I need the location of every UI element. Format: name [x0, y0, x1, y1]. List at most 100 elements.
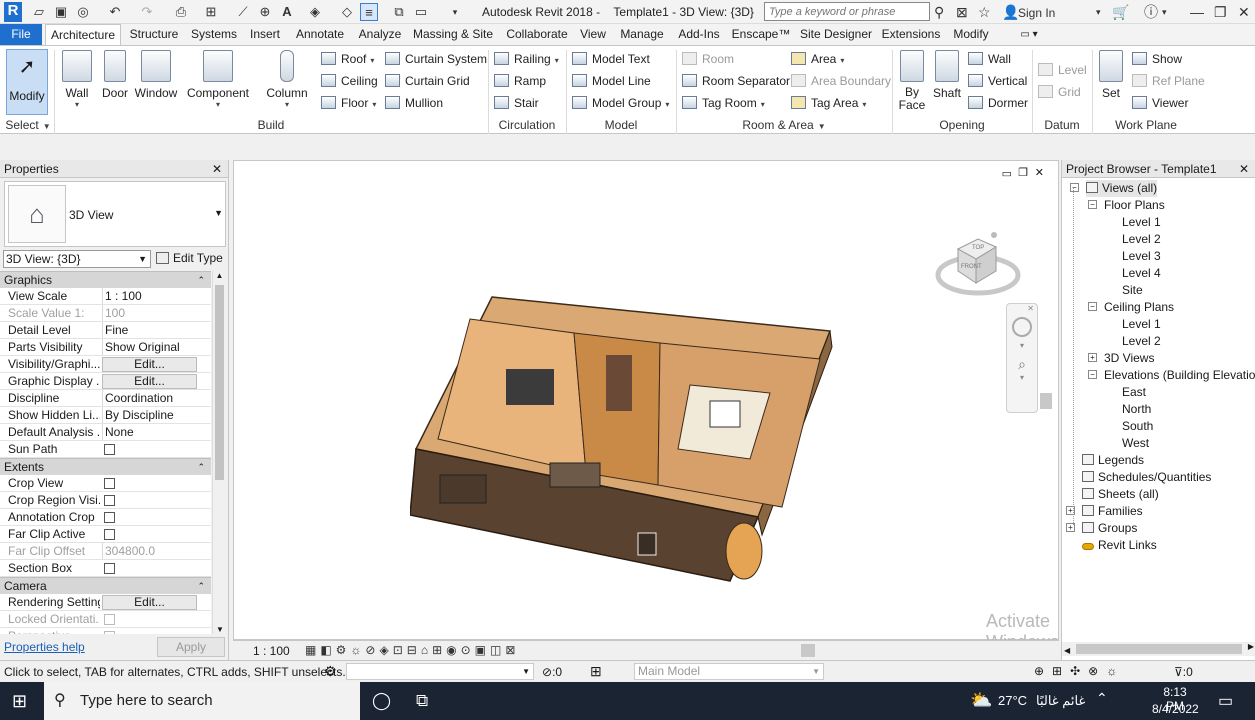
- tab-view[interactable]: View: [576, 24, 610, 45]
- weather-condition[interactable]: غائم غالبًا: [1036, 693, 1085, 709]
- section-camera[interactable]: Camera ⌃: [0, 577, 211, 594]
- tab-collaborate[interactable]: Collaborate: [500, 24, 574, 45]
- measure-icon[interactable]: ⊞: [202, 3, 220, 21]
- apply-button[interactable]: Apply: [157, 637, 225, 657]
- tree-3d-views[interactable]: +3D Views: [1088, 350, 1154, 367]
- property-checkbox[interactable]: [104, 614, 115, 625]
- property-row[interactable]: Locked Orientati...: [0, 611, 211, 628]
- sync-icon[interactable]: ◎: [74, 3, 92, 21]
- property-value[interactable]: Show Original: [102, 339, 210, 355]
- tab-annotate[interactable]: Annotate: [290, 24, 350, 45]
- select-panel-label[interactable]: Select ▼: [4, 118, 52, 132]
- tree-legends[interactable]: Legends: [1082, 452, 1144, 469]
- property-row[interactable]: Far Clip Offset 304800.0: [0, 543, 211, 560]
- print-icon[interactable]: ⎙: [172, 3, 190, 21]
- property-value[interactable]: None: [102, 424, 210, 440]
- tab-structure[interactable]: Structure: [124, 24, 184, 45]
- tab-architecture[interactable]: Architecture: [45, 24, 121, 45]
- search-input[interactable]: [764, 2, 930, 21]
- column-button[interactable]: Column ▾: [264, 50, 310, 109]
- tree-elevation-item[interactable]: East: [1122, 384, 1146, 401]
- ceiling-button[interactable]: Ceiling: [321, 71, 378, 91]
- customize-qat-icon[interactable]: ▾: [446, 3, 464, 21]
- curtain-system-button[interactable]: Curtain System: [385, 49, 487, 69]
- tree-sheets[interactable]: Sheets (all): [1082, 486, 1159, 503]
- tab-enscape[interactable]: Enscape™: [730, 24, 792, 45]
- cortana-icon[interactable]: ◯: [372, 691, 391, 711]
- close-properties-icon[interactable]: ✕: [212, 160, 222, 178]
- section-extents[interactable]: Extents ⌃: [0, 458, 211, 475]
- favorites-star-icon[interactable]: ☆: [978, 3, 991, 21]
- window-button[interactable]: Window: [134, 50, 178, 100]
- tree-floor-plan-item[interactable]: Level 3: [1122, 248, 1161, 265]
- edit-button[interactable]: Edit...: [102, 374, 197, 389]
- close-hidden-icon[interactable]: ⧉: [390, 3, 408, 21]
- default-3d-view-icon[interactable]: ◈: [306, 3, 324, 21]
- cart-icon[interactable]: 🛒: [1112, 3, 1129, 21]
- tree-floor-plan-item[interactable]: Level 1: [1122, 214, 1161, 231]
- tag-area-button[interactable]: Tag Area ▾: [791, 93, 866, 113]
- area-boundary-button[interactable]: Area Boundary: [791, 71, 891, 91]
- tree-expander-icon[interactable]: −: [1088, 302, 1097, 311]
- home-icon[interactable]: [991, 232, 997, 238]
- component-button[interactable]: Component ▾: [186, 50, 250, 109]
- revit-logo-icon[interactable]: R: [4, 2, 22, 22]
- notifications-icon[interactable]: ▭: [1218, 691, 1233, 711]
- sign-in-dropdown-icon[interactable]: ▾: [1096, 3, 1101, 21]
- grid-button[interactable]: Grid: [1038, 82, 1081, 102]
- wall-button[interactable]: Wall ▾: [60, 50, 94, 109]
- tree-ceiling-plans[interactable]: − Ceiling Plans: [1088, 299, 1174, 316]
- model-line-button[interactable]: Model Line: [572, 71, 651, 91]
- user-icon[interactable]: 👤: [1002, 3, 1019, 21]
- tab-modify[interactable]: Modify: [948, 24, 994, 45]
- property-row[interactable]: Section Box: [0, 560, 211, 577]
- restore-button[interactable]: ❐: [1214, 3, 1227, 21]
- tree-schedules[interactable]: Schedules/Quantities: [1082, 469, 1211, 486]
- tree-expander-icon[interactable]: −: [1088, 200, 1097, 209]
- dormer-button[interactable]: Dormer: [968, 93, 1028, 113]
- opening-wall-button[interactable]: Wall: [968, 49, 1011, 69]
- property-value[interactable]: Fine: [102, 322, 210, 338]
- tray-chevron-icon[interactable]: ⌃: [1096, 690, 1108, 707]
- open-icon[interactable]: ▱: [30, 3, 48, 21]
- viewcube[interactable]: TOP FRONT: [934, 219, 1028, 303]
- room-button[interactable]: Room: [682, 49, 734, 69]
- selection-options-icons[interactable]: ⊕⊞✣⊗☼: [1034, 664, 1125, 678]
- tab-add-ins[interactable]: Add-Ins: [674, 24, 724, 45]
- taskbar-search-box[interactable]: ⚲ Type here to search: [44, 682, 360, 720]
- vertical-button[interactable]: Vertical: [968, 71, 1027, 91]
- tree-floor-plan-item[interactable]: Level 2: [1122, 231, 1161, 248]
- view-scale-control[interactable]: 1 : 100: [253, 644, 290, 658]
- design-options-icon[interactable]: ⊞: [590, 663, 602, 680]
- tree-families[interactable]: + Families: [1066, 503, 1143, 520]
- tab-analyze[interactable]: Analyze: [352, 24, 408, 45]
- save-icon[interactable]: ▣: [52, 3, 70, 21]
- tab-site-designer[interactable]: Site Designer: [798, 24, 874, 45]
- property-row[interactable]: Detail Level Fine: [0, 322, 211, 339]
- view-scroll-thumb[interactable]: [1040, 393, 1052, 409]
- property-checkbox[interactable]: [104, 512, 115, 523]
- tree-expander-icon[interactable]: +: [1088, 353, 1097, 362]
- section-graphics[interactable]: Graphics ⌃: [0, 271, 211, 288]
- property-row[interactable]: Far Clip Active: [0, 526, 211, 543]
- steering-dropdown-icon[interactable]: ▾: [1007, 341, 1037, 350]
- redo-icon[interactable]: ↷: [138, 3, 156, 21]
- tree-ceiling-plan-item[interactable]: Level 2: [1122, 333, 1161, 350]
- show-button[interactable]: Show: [1132, 49, 1182, 69]
- property-value[interactable]: 1 : 100: [102, 288, 210, 304]
- property-row[interactable]: Show Hidden Li... By Discipline: [0, 407, 211, 424]
- workset-dropdown[interactable]: ▼: [346, 663, 534, 680]
- type-selector[interactable]: ⌂ 3D View ▼: [4, 181, 226, 247]
- property-row[interactable]: Annotation Crop: [0, 509, 211, 526]
- design-option-dropdown[interactable]: Main Model ▼: [634, 663, 824, 680]
- worksharing-icon[interactable]: ⚙: [324, 663, 337, 680]
- zoom-icon[interactable]: ⌕: [1007, 356, 1037, 373]
- close-browser-icon[interactable]: ✕: [1239, 160, 1249, 178]
- tree-floor-plan-item[interactable]: Level 4: [1122, 265, 1161, 282]
- properties-help-link[interactable]: Properties help: [4, 640, 85, 654]
- property-value[interactable]: Coordination: [102, 390, 210, 406]
- aligned-dimension-icon[interactable]: ⟋: [234, 3, 252, 21]
- tree-floor-plans[interactable]: − Floor Plans: [1088, 197, 1165, 214]
- tab-systems[interactable]: Systems: [186, 24, 242, 45]
- view-restore-icon[interactable]: ❐: [1018, 166, 1028, 179]
